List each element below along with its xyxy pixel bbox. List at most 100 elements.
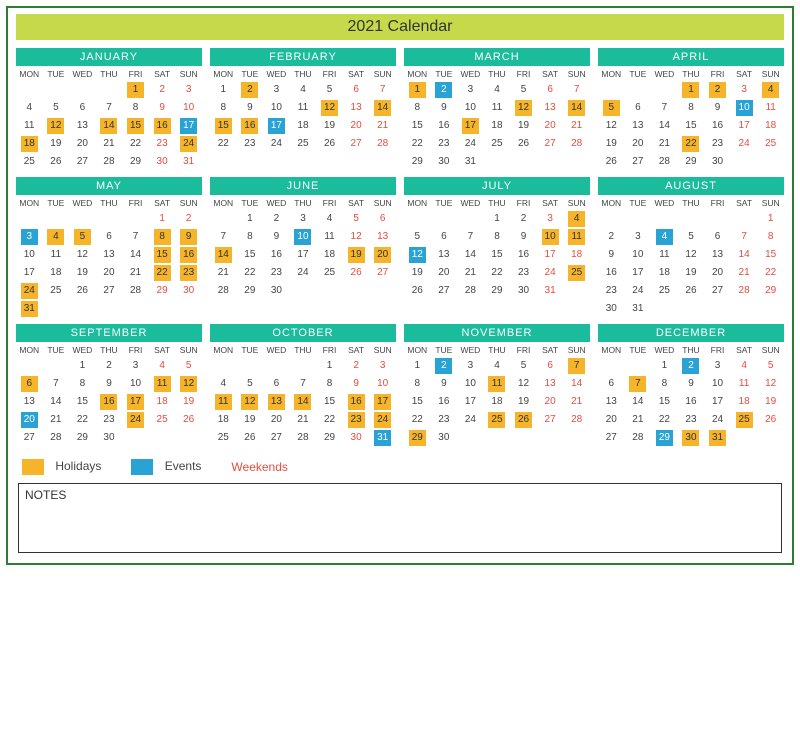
day-cell: 7 [96, 99, 123, 117]
day-cell: 10 [290, 228, 317, 246]
day-cell: 15 [651, 393, 678, 411]
day-cell: 10 [122, 375, 149, 393]
day-cell: 11 [484, 99, 511, 117]
day-cell: 25 [757, 135, 784, 153]
day-cell: 5 [237, 375, 264, 393]
day-cell: 5 [678, 228, 705, 246]
day-cell: 21 [369, 117, 396, 135]
day-cell: 27 [704, 282, 731, 300]
month-header: JANUARY [16, 48, 202, 66]
dow-header: FRI [122, 195, 149, 210]
day-cell: 16 [175, 246, 202, 264]
day-cell: 11 [16, 117, 43, 135]
dow-header: WED [457, 195, 484, 210]
day-cell: 13 [537, 99, 564, 117]
dow-header: FRI [510, 195, 537, 210]
legend-events: Events [131, 459, 201, 475]
day-cell: 29 [404, 153, 431, 171]
day-cell: 22 [404, 135, 431, 153]
day-cell: 28 [563, 411, 590, 429]
day-cell: 24 [537, 264, 564, 282]
day-cell: 1 [149, 210, 176, 228]
day-cell: 12 [343, 228, 370, 246]
dow-header: FRI [510, 66, 537, 81]
day-cell: 20 [69, 135, 96, 153]
day-cell: 2 [431, 81, 458, 99]
day-cell: 24 [122, 411, 149, 429]
day-cell: 3 [704, 357, 731, 375]
day-cell: 6 [343, 81, 370, 99]
day-cell: 9 [678, 375, 705, 393]
day-cell: 21 [290, 411, 317, 429]
day-cell: 23 [343, 411, 370, 429]
day-cell: 20 [431, 264, 458, 282]
day-cell: 4 [563, 210, 590, 228]
dow-header: TUE [431, 195, 458, 210]
day-cell: 31 [369, 429, 396, 447]
day-cell: 6 [431, 228, 458, 246]
day-cell: 26 [678, 282, 705, 300]
day-cell: 8 [210, 99, 237, 117]
notes-box[interactable]: NOTES [18, 483, 782, 553]
day-cell: 23 [237, 135, 264, 153]
day-cell: 19 [316, 117, 343, 135]
day-cell: 3 [290, 210, 317, 228]
day-cell: 20 [537, 117, 564, 135]
day-cell: 31 [537, 282, 564, 300]
dow-header: WED [69, 342, 96, 357]
day-cell: 19 [757, 393, 784, 411]
day-cell: 27 [263, 429, 290, 447]
day-cell: 7 [122, 228, 149, 246]
dow-header: MON [598, 342, 625, 357]
dow-header: THU [290, 342, 317, 357]
day-cell: 19 [510, 117, 537, 135]
dow-header: SAT [149, 342, 176, 357]
day-cell: 11 [43, 246, 70, 264]
day-cell: 12 [510, 99, 537, 117]
day-cell: 16 [678, 393, 705, 411]
month-block: JUNEMONTUEWEDTHUFRISATSUN123456789101112… [210, 177, 396, 318]
day-cell: 3 [625, 228, 652, 246]
day-cell: 22 [757, 264, 784, 282]
day-cell: 20 [537, 393, 564, 411]
day-cell: 25 [651, 282, 678, 300]
day-cell: 2 [704, 81, 731, 99]
day-cell: 19 [598, 135, 625, 153]
day-cell: 7 [563, 81, 590, 99]
month-block: APRILMONTUEWEDTHUFRISATSUN12345678910111… [598, 48, 784, 171]
day-cell: 19 [175, 393, 202, 411]
day-cell: 5 [343, 210, 370, 228]
day-cell: 16 [598, 264, 625, 282]
day-cell: 28 [122, 282, 149, 300]
dow-header: WED [651, 342, 678, 357]
dow-header: TUE [625, 195, 652, 210]
day-cell: 14 [43, 393, 70, 411]
day-cell: 15 [210, 117, 237, 135]
day-cell: 6 [537, 81, 564, 99]
day-cell: 18 [484, 393, 511, 411]
day-cell: 9 [96, 375, 123, 393]
dow-header: TUE [237, 195, 264, 210]
day-cell: 24 [731, 135, 758, 153]
day-cell: 24 [263, 135, 290, 153]
day-cell: 5 [757, 357, 784, 375]
day-cell: 9 [510, 228, 537, 246]
day-cell: 9 [431, 99, 458, 117]
dow-header: FRI [704, 66, 731, 81]
day-cell: 5 [598, 99, 625, 117]
day-cell: 27 [16, 429, 43, 447]
day-cell: 25 [316, 264, 343, 282]
day-cell: 17 [290, 246, 317, 264]
month-block: NOVEMBERMONTUEWEDTHUFRISATSUN12345678910… [404, 324, 590, 447]
month-block: JULYMONTUEWEDTHUFRISATSUN123456789101112… [404, 177, 590, 318]
day-cell: 11 [316, 228, 343, 246]
calendar-frame: 2021 Calendar JANUARYMONTUEWEDTHUFRISATS… [6, 6, 794, 565]
day-cell: 7 [731, 228, 758, 246]
dow-header: SAT [731, 195, 758, 210]
day-cell: 2 [263, 210, 290, 228]
day-cell: 2 [510, 210, 537, 228]
day-cell: 13 [598, 393, 625, 411]
day-cell: 5 [43, 99, 70, 117]
day-cell: 1 [122, 81, 149, 99]
day-cell: 14 [625, 393, 652, 411]
